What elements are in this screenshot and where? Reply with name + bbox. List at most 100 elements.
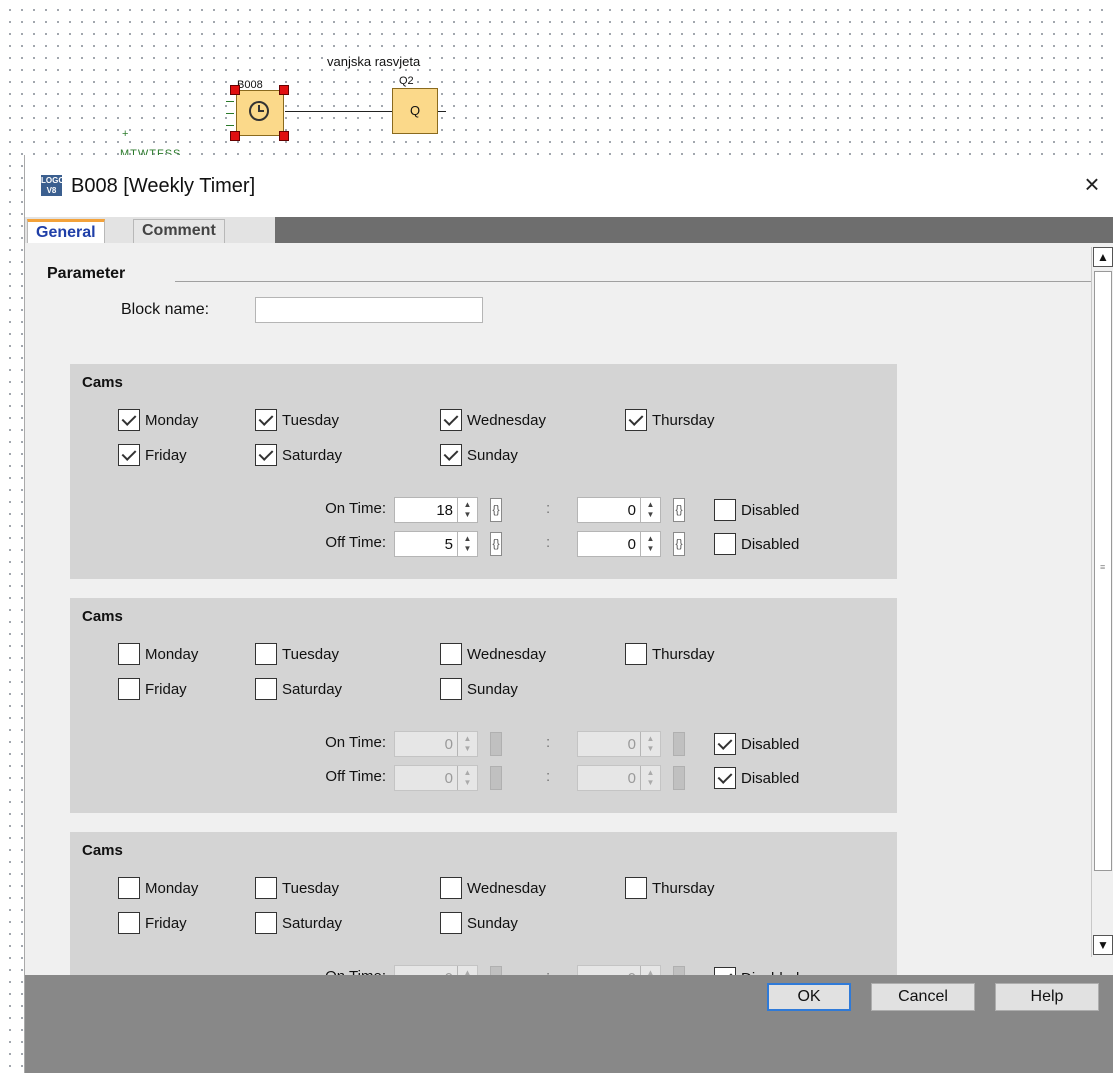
spinner-arrows-icon[interactable]: ▲▼	[640, 498, 660, 522]
spinner-arrows-icon[interactable]: ▲▼	[457, 732, 477, 756]
day-checkbox-thursday[interactable]: Thursday	[625, 877, 715, 899]
spinner-arrows-icon[interactable]: ▲▼	[457, 766, 477, 790]
day-checkbox-friday[interactable]: Friday	[118, 912, 187, 934]
checkbox[interactable]	[714, 967, 736, 975]
cancel-button[interactable]: Cancel	[871, 983, 975, 1011]
day-checkbox-thursday[interactable]: Thursday	[625, 643, 715, 665]
selection-handle[interactable]	[279, 85, 289, 95]
checkbox[interactable]	[714, 767, 736, 789]
day-checkbox-tuesday[interactable]: Tuesday	[255, 643, 339, 665]
day-checkbox-saturday[interactable]: Saturday	[255, 912, 342, 934]
connection-wire[interactable]	[285, 111, 393, 112]
day-checkbox-sunday[interactable]: Sunday	[440, 912, 518, 934]
off-time-disabled-checkbox[interactable]: Disabled	[714, 533, 799, 555]
checkbox[interactable]	[625, 643, 647, 665]
checkbox[interactable]	[255, 643, 277, 665]
checkbox[interactable]	[440, 409, 462, 431]
day-checkbox-friday[interactable]: Friday	[118, 444, 187, 466]
spinner-arrows-icon[interactable]: ▲▼	[457, 532, 477, 556]
day-checkbox-sunday[interactable]: Sunday	[440, 678, 518, 700]
tab-comment[interactable]: Comment	[133, 219, 225, 243]
checkbox[interactable]	[255, 444, 277, 466]
day-checkbox-wednesday[interactable]: Wednesday	[440, 409, 546, 431]
off-hour-spinner[interactable]: 0 ▲ ▼	[394, 765, 478, 791]
checkbox[interactable]	[714, 499, 736, 521]
day-checkbox-monday[interactable]: Monday	[118, 409, 198, 431]
parameter-reference-icon[interactable]: {}	[490, 766, 502, 790]
day-checkbox-wednesday[interactable]: Wednesday	[440, 643, 546, 665]
selection-handle[interactable]	[279, 131, 289, 141]
spinner-arrows-icon[interactable]: ▲▼	[640, 766, 660, 790]
on-hour-spinner[interactable]: 18 ▲ ▼	[394, 497, 478, 523]
checkbox[interactable]	[118, 643, 140, 665]
off-minute-spinner[interactable]: 0 ▲ ▼	[577, 531, 661, 557]
checkbox[interactable]	[255, 877, 277, 899]
vertical-scrollbar[interactable]: ▲ ≡ ▼	[1091, 247, 1113, 957]
checkbox[interactable]	[118, 877, 140, 899]
block-name-input[interactable]	[255, 297, 483, 323]
off-minute-spinner[interactable]: 0 ▲ ▼	[577, 765, 661, 791]
checkbox[interactable]	[118, 444, 140, 466]
help-button[interactable]: Help	[995, 983, 1099, 1011]
on-minute-spinner[interactable]: 0▲▼	[577, 731, 661, 757]
on-time-disabled-checkbox[interactable]: Disabled	[714, 733, 799, 755]
day-checkbox-thursday[interactable]: Thursday	[625, 409, 715, 431]
spinner-arrows-icon[interactable]: ▲▼	[457, 966, 477, 975]
day-checkbox-sunday[interactable]: Sunday	[440, 444, 518, 466]
selection-handle[interactable]	[230, 131, 240, 141]
checkbox[interactable]	[118, 409, 140, 431]
checkbox[interactable]	[255, 912, 277, 934]
checkbox[interactable]	[255, 678, 277, 700]
checkbox[interactable]	[714, 533, 736, 555]
parameter-reference-icon[interactable]: {}	[490, 498, 502, 522]
output-block-q2[interactable]: Q	[392, 88, 438, 134]
checkbox[interactable]	[440, 912, 462, 934]
checkbox[interactable]	[440, 444, 462, 466]
checkbox[interactable]	[255, 409, 277, 431]
on-hour-spinner[interactable]: 0▲▼	[394, 965, 478, 975]
parameter-reference-icon[interactable]: {}	[673, 766, 685, 790]
parameter-reference-icon[interactable]: {}	[490, 966, 502, 975]
scroll-thumb[interactable]: ≡	[1094, 271, 1112, 871]
spinner-arrows-icon[interactable]: ▲▼	[457, 498, 477, 522]
checkbox[interactable]	[625, 409, 647, 431]
off-time-disabled-checkbox[interactable]: Disabled	[714, 767, 799, 789]
parameter-reference-icon[interactable]: {}	[673, 498, 685, 522]
scroll-up-icon[interactable]: ▲	[1093, 247, 1113, 267]
parameter-reference-icon[interactable]: {}	[490, 732, 502, 756]
day-checkbox-monday[interactable]: Monday	[118, 643, 198, 665]
checkbox[interactable]	[625, 877, 647, 899]
close-icon[interactable]: ×	[1077, 169, 1107, 199]
checkbox[interactable]	[714, 733, 736, 755]
on-hour-spinner[interactable]: 0▲▼	[394, 731, 478, 757]
parameter-reference-icon[interactable]: {}	[673, 966, 685, 975]
day-checkbox-monday[interactable]: Monday	[118, 877, 198, 899]
on-time-disabled-checkbox[interactable]: Disabled	[714, 967, 799, 975]
spinner-arrows-icon[interactable]: ▲▼	[640, 732, 660, 756]
on-minute-spinner[interactable]: 0▲▼	[577, 497, 661, 523]
parameter-reference-icon[interactable]: {}	[490, 532, 502, 556]
parameter-reference-icon[interactable]: {}	[673, 532, 685, 556]
day-checkbox-wednesday[interactable]: Wednesday	[440, 877, 546, 899]
parameter-reference-icon[interactable]: {}	[673, 732, 685, 756]
day-checkbox-saturday[interactable]: Saturday	[255, 678, 342, 700]
checkbox[interactable]	[118, 678, 140, 700]
day-checkbox-friday[interactable]: Friday	[118, 678, 187, 700]
checkbox[interactable]	[440, 877, 462, 899]
checkbox[interactable]	[118, 912, 140, 934]
day-checkbox-tuesday[interactable]: Tuesday	[255, 409, 339, 431]
spinner-arrows-icon[interactable]: ▲▼	[640, 532, 660, 556]
selection-handle[interactable]	[230, 85, 240, 95]
on-minute-spinner[interactable]: 0▲▼	[577, 965, 661, 975]
weekly-timer-block[interactable]	[236, 90, 284, 136]
spinner-arrows-icon[interactable]: ▲▼	[640, 966, 660, 975]
checkbox[interactable]	[440, 678, 462, 700]
checkbox[interactable]	[440, 643, 462, 665]
on-time-disabled-checkbox[interactable]: Disabled	[714, 499, 799, 521]
off-hour-spinner[interactable]: 5 ▲ ▼	[394, 531, 478, 557]
day-checkbox-tuesday[interactable]: Tuesday	[255, 877, 339, 899]
day-checkbox-saturday[interactable]: Saturday	[255, 444, 342, 466]
ok-button[interactable]: OK	[767, 983, 851, 1011]
tab-general[interactable]: General	[27, 219, 105, 243]
scroll-down-icon[interactable]: ▼	[1093, 935, 1113, 955]
